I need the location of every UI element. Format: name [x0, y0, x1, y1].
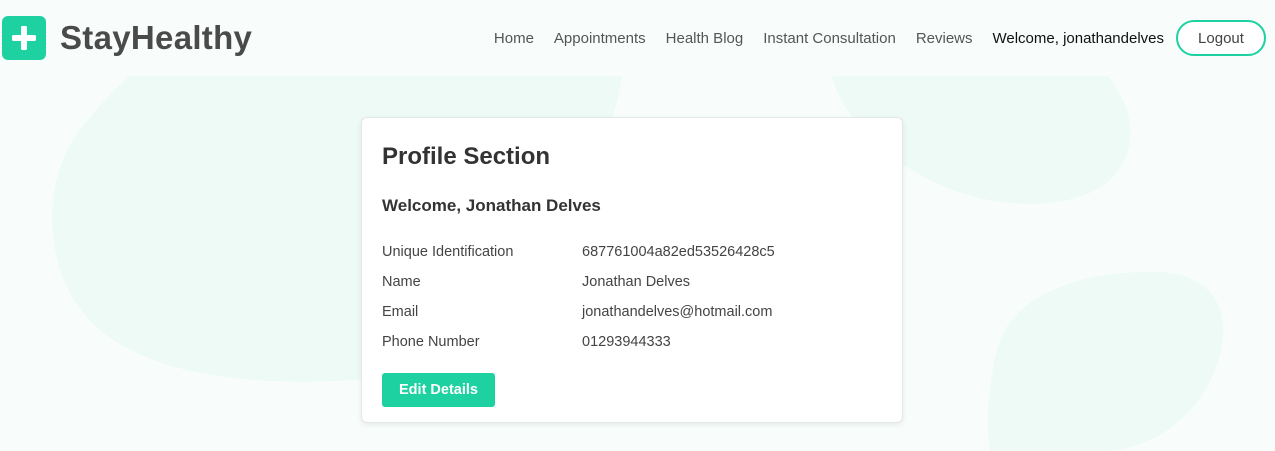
profile-details: Unique Identification 687761004a82ed5352… — [382, 237, 882, 357]
nav-reviews[interactable]: Reviews — [916, 30, 973, 47]
nav-appointments[interactable]: Appointments — [554, 30, 646, 47]
nav-health-blog[interactable]: Health Blog — [666, 30, 744, 47]
detail-label: Name — [382, 274, 421, 290]
detail-row-phone: Phone Number 01293944333 — [382, 327, 882, 357]
nav-instant-consultation[interactable]: Instant Consultation — [763, 30, 896, 47]
detail-row-name: Name Jonathan Delves — [382, 267, 882, 297]
detail-value: 687761004a82ed53526428c5 — [582, 244, 775, 260]
brand[interactable]: StayHealthy — [2, 16, 252, 60]
detail-row-unique-id: Unique Identification 687761004a82ed5352… — [382, 237, 882, 267]
edit-details-button[interactable]: Edit Details — [382, 373, 495, 407]
nav-home[interactable]: Home — [494, 30, 534, 47]
logout-button[interactable]: Logout — [1176, 20, 1266, 56]
detail-value: Jonathan Delves — [582, 274, 691, 290]
plus-icon — [2, 16, 46, 60]
profile-section-title: Profile Section — [382, 143, 551, 170]
welcome-user-text: Welcome, jonathandelves — [992, 29, 1165, 47]
main-nav: Home Appointments Health Blog Instant Co… — [494, 20, 1266, 56]
detail-row-email: Email jonathandelves@hotmail.com — [382, 297, 882, 327]
top-navbar: StayHealthy Home Appointments Health Blo… — [0, 0, 1275, 76]
detail-label: Unique Identification — [382, 244, 514, 260]
detail-value: 01293944333 — [582, 334, 671, 350]
detail-value: jonathandelves@hotmail.com — [582, 304, 773, 320]
brand-name: StayHealthy — [60, 19, 253, 56]
profile-welcome-heading: Welcome, Jonathan Delves — [382, 196, 601, 215]
profile-card: Profile Section Welcome, Jonathan Delves… — [361, 117, 903, 423]
detail-label: Phone Number — [382, 334, 480, 350]
page: StayHealthy Home Appointments Health Blo… — [0, 0, 1275, 451]
detail-label: Email — [382, 304, 419, 320]
